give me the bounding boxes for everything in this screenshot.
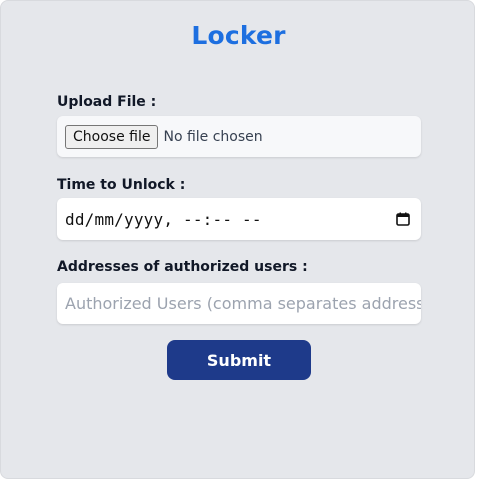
locker-card: Locker Upload File : Choose file No file… xyxy=(0,0,475,479)
file-input[interactable]: Choose file No file chosen xyxy=(57,116,421,157)
upload-file-label: Upload File : xyxy=(57,94,157,110)
submit-button[interactable]: Submit xyxy=(167,340,311,380)
page-title: Locker xyxy=(191,21,286,50)
unlock-datetime-input[interactable]: dd/mm/yyyy, --:-- -- xyxy=(57,198,421,240)
authorized-users-input[interactable] xyxy=(65,294,421,313)
authorized-users-field xyxy=(57,283,421,324)
authorized-users-label: Addresses of authorized users : xyxy=(57,259,308,275)
choose-file-button[interactable]: Choose file xyxy=(65,124,159,149)
calendar-icon[interactable] xyxy=(396,212,410,226)
datetime-value: dd/mm/yyyy, --:-- -- xyxy=(65,209,262,229)
time-to-unlock-label: Time to Unlock : xyxy=(57,177,186,193)
file-status-text: No file chosen xyxy=(163,128,263,145)
